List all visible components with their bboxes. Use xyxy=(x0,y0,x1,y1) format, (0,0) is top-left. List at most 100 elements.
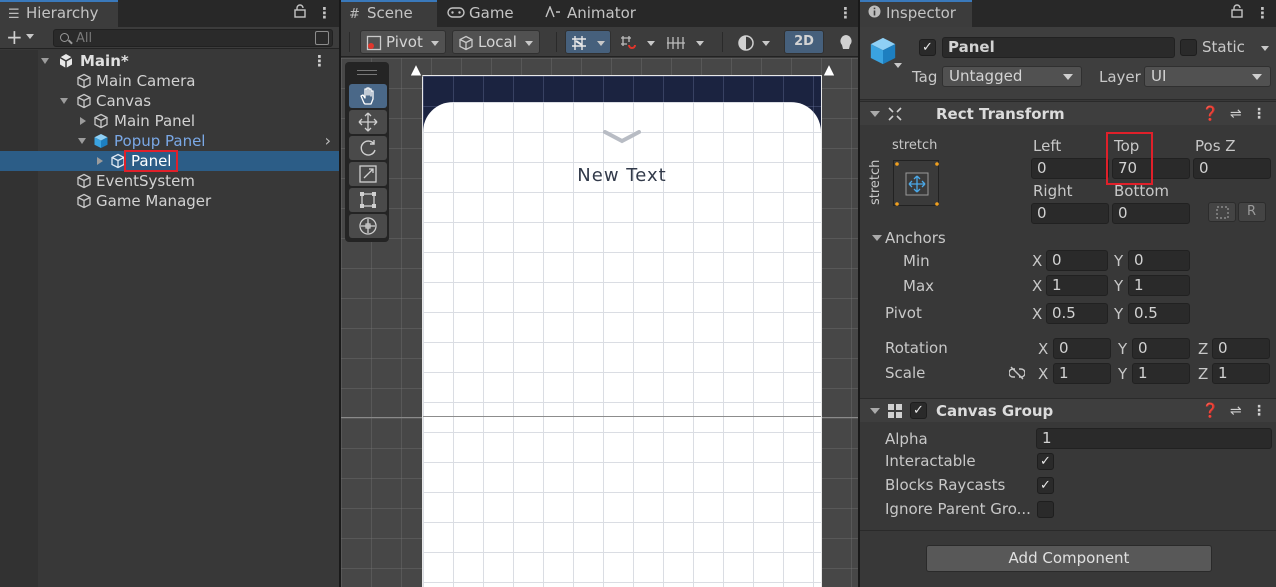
grid-visibility-toggle[interactable] xyxy=(663,30,709,54)
panel-splitter[interactable] xyxy=(858,0,860,587)
canvas-group-enabled-checkbox[interactable]: ✓ xyxy=(910,402,927,419)
anchor-min-x-field[interactable]: 0 xyxy=(1046,250,1108,271)
rotation-z-field[interactable]: 0 xyxy=(1212,338,1270,359)
object-name-field[interactable]: Panel xyxy=(942,37,1175,58)
foldout-arrow-icon[interactable] xyxy=(80,117,86,125)
canvas-group-header[interactable]: ✓ Canvas Group ❓ ⇌ ⋮ xyxy=(860,398,1276,422)
rotation-y-field[interactable]: 0 xyxy=(1132,338,1190,359)
kebab-menu-icon[interactable]: ⋮ xyxy=(1252,106,1266,122)
scale-y-field[interactable]: 1 xyxy=(1132,363,1190,384)
interactable-checkbox[interactable]: ✓ xyxy=(1037,453,1054,470)
tab-hierarchy[interactable]: ☰ Hierarchy xyxy=(0,0,118,27)
scene-viewport[interactable]: New Text xyxy=(341,58,858,587)
anchor-max-y-field[interactable]: 1 xyxy=(1128,275,1190,296)
hierarchy-item-main-camera[interactable]: Main Camera xyxy=(0,71,339,91)
local-dropdown[interactable]: Local xyxy=(452,30,540,54)
hierarchy-item-main-scene[interactable]: Main* ⋮ xyxy=(0,51,339,71)
hierarchy-item-popup-panel[interactable]: Popup Panel › xyxy=(0,131,339,151)
chevron-down-icon[interactable] xyxy=(26,34,34,39)
lighting-toggle[interactable] xyxy=(834,30,858,54)
preset-sliders-icon[interactable]: ⇌ xyxy=(1230,403,1242,419)
tab-game[interactable]: Game xyxy=(439,0,533,27)
layer-dropdown[interactable]: UI xyxy=(1144,66,1271,87)
hierarchy-search-input[interactable]: All xyxy=(53,29,333,47)
right-field[interactable]: 0 xyxy=(1031,203,1109,224)
scale-x-field[interactable]: 1 xyxy=(1053,363,1111,384)
chevron-right-icon[interactable]: › xyxy=(325,131,331,151)
hierarchy-item-eventsystem[interactable]: EventSystem xyxy=(0,171,339,191)
anchor-handle-icon[interactable] xyxy=(409,63,423,77)
hierarchy-list-icon: ☰ xyxy=(8,7,20,22)
tab-scene[interactable]: # Scene xyxy=(341,0,437,27)
foldout-arrow-icon[interactable] xyxy=(872,235,882,241)
increment-snap-toggle[interactable] xyxy=(616,30,660,54)
scale-z-field[interactable]: 1 xyxy=(1212,363,1270,384)
static-dropdown-arrow[interactable] xyxy=(1261,46,1269,51)
pivot-y-field[interactable]: 0.5 xyxy=(1128,303,1190,324)
left-field[interactable]: 0 xyxy=(1031,158,1109,179)
grid-snap-toggle[interactable] xyxy=(565,30,611,54)
icon-dropdown-arrow[interactable] xyxy=(894,63,902,68)
lock-icon[interactable] xyxy=(1231,0,1243,27)
help-icon[interactable]: ❓ xyxy=(1202,106,1219,122)
posz-field[interactable]: 0 xyxy=(1193,158,1271,179)
transform-tool-button[interactable] xyxy=(349,214,387,238)
rotation-x-field[interactable]: 0 xyxy=(1053,338,1111,359)
add-component-button[interactable]: Add Component xyxy=(926,545,1212,572)
dotted-rect-icon xyxy=(1216,206,1229,219)
foldout-arrow-icon[interactable] xyxy=(41,58,49,64)
static-checkbox[interactable] xyxy=(1180,39,1197,56)
foldout-arrow-icon[interactable] xyxy=(870,111,880,117)
search-filter-icon[interactable] xyxy=(315,31,329,45)
kebab-menu-icon[interactable]: ⋮ xyxy=(1255,0,1270,27)
active-checkbox[interactable]: ✓ xyxy=(919,39,936,56)
foldout-arrow-icon[interactable] xyxy=(870,408,880,414)
blocks-raycasts-checkbox[interactable]: ✓ xyxy=(1037,477,1054,494)
bottom-field[interactable]: 0 xyxy=(1112,203,1190,224)
2d-mode-toggle[interactable]: 2D xyxy=(784,30,824,54)
panel-splitter[interactable] xyxy=(339,0,341,587)
kebab-menu-icon[interactable]: ⋮ xyxy=(312,51,327,71)
kebab-menu-icon[interactable]: ⋮ xyxy=(838,0,853,27)
foldout-arrow-icon[interactable] xyxy=(60,98,68,104)
kebab-menu-icon[interactable]: ⋮ xyxy=(317,0,332,27)
left-label: Left xyxy=(1033,137,1062,155)
y-label: Y xyxy=(1118,365,1128,383)
link-broken-icon[interactable] xyxy=(1009,366,1025,380)
scale-tool-button[interactable] xyxy=(349,162,387,186)
kebab-menu-icon[interactable]: ⋮ xyxy=(1252,403,1266,419)
rotate-tool-button[interactable] xyxy=(349,136,387,160)
tab-animator[interactable]: Animator xyxy=(537,0,647,27)
tab-inspector[interactable]: Inspector xyxy=(860,0,972,27)
posz-label: Pos Z xyxy=(1195,137,1236,155)
alpha-field[interactable]: 1 xyxy=(1036,428,1272,449)
panel-rect[interactable]: New Text xyxy=(423,102,821,587)
chevron-down-icon[interactable] xyxy=(603,130,641,144)
anchor-min-y-field[interactable]: 0 xyxy=(1128,250,1190,271)
help-icon[interactable]: ❓ xyxy=(1202,403,1219,419)
tag-dropdown[interactable]: Untagged xyxy=(942,66,1082,87)
hierarchy-item-main-panel[interactable]: Main Panel xyxy=(0,111,339,131)
palette-grip[interactable] xyxy=(357,70,377,75)
lock-icon[interactable] xyxy=(294,0,306,27)
rect-tool-button[interactable] xyxy=(349,188,387,212)
anchor-handle-icon[interactable] xyxy=(822,63,836,77)
panel-text-label[interactable]: New Text xyxy=(423,165,821,186)
hierarchy-item-game-manager[interactable]: Game Manager xyxy=(0,191,339,211)
blueprint-mode-button[interactable] xyxy=(1208,202,1236,222)
anchor-max-x-field[interactable]: 1 xyxy=(1046,275,1108,296)
pivot-dropdown[interactable]: Pivot xyxy=(360,30,446,54)
shading-mode-dropdown[interactable] xyxy=(733,30,777,54)
ignore-parent-groups-checkbox[interactable] xyxy=(1037,501,1054,518)
pivot-x-field[interactable]: 0.5 xyxy=(1046,303,1108,324)
foldout-arrow-icon[interactable] xyxy=(78,138,86,144)
rect-transform-header[interactable]: Rect Transform ❓ ⇌ ⋮ xyxy=(860,101,1276,125)
hand-tool-button[interactable] xyxy=(349,84,387,108)
hierarchy-item-canvas[interactable]: Canvas xyxy=(0,91,339,111)
preset-sliders-icon[interactable]: ⇌ xyxy=(1230,106,1242,122)
raw-edit-button[interactable]: R xyxy=(1238,202,1266,222)
anchor-preset-button[interactable] xyxy=(893,160,939,206)
foldout-arrow-icon[interactable] xyxy=(97,157,103,165)
move-tool-button[interactable] xyxy=(349,110,387,134)
add-icon[interactable]: + xyxy=(6,27,23,48)
